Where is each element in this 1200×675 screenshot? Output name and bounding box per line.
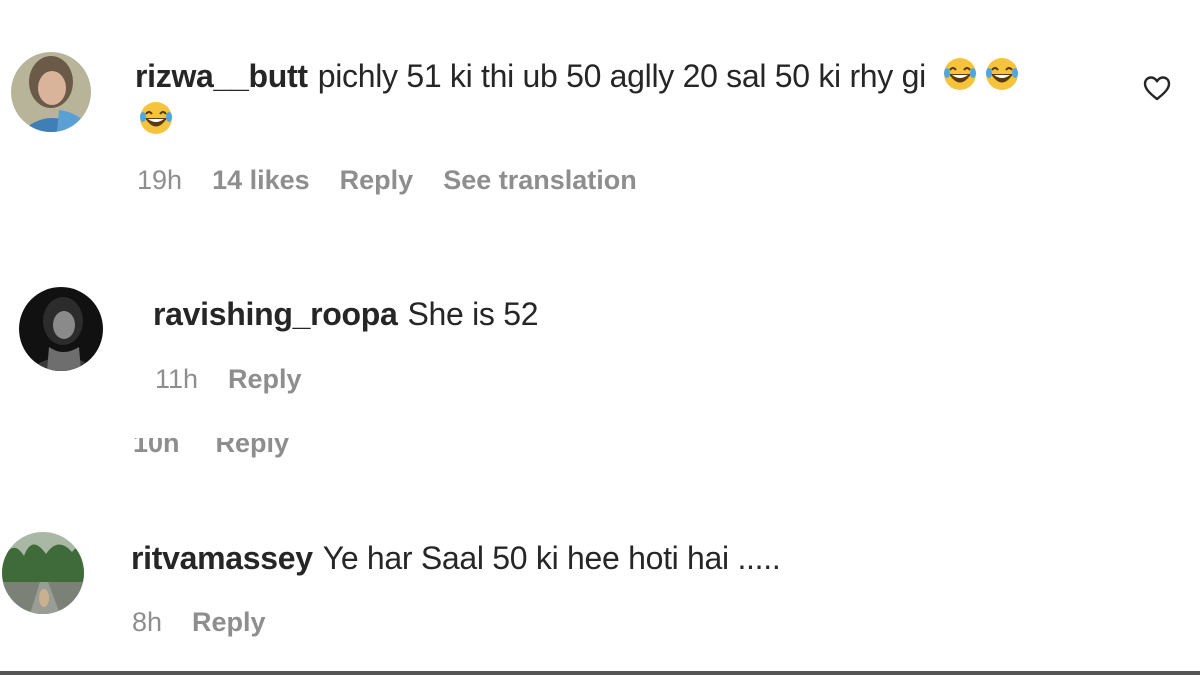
comment-timestamp: 10h xyxy=(133,438,180,458)
avatar[interactable] xyxy=(2,532,84,614)
comment-username[interactable]: ritvamassey xyxy=(131,540,313,576)
comment-timestamp: 19h xyxy=(137,165,183,195)
avatar[interactable] xyxy=(19,287,103,371)
comments-panel: rizwa__butt pichly 51 ki thi ub 50 aglly … xyxy=(0,0,1200,675)
heart-outline-icon[interactable] xyxy=(1142,74,1172,102)
reply-button[interactable]: Reply xyxy=(228,364,302,394)
comment-timestamp: 8h xyxy=(132,607,163,637)
reply-button[interactable]: Reply xyxy=(216,438,290,458)
comment-text: pichly 51 ki thi ub 50 aglly 20 sal 50 k… xyxy=(317,58,926,94)
reply-button[interactable]: Reply xyxy=(192,607,266,637)
laughing-tears-emoji-icon xyxy=(985,58,1018,90)
comment-text: She is 52 xyxy=(407,296,539,332)
laughing-tears-emoji-icon xyxy=(943,58,976,90)
comment-likes[interactable]: 14 likes xyxy=(212,165,310,195)
avatar[interactable] xyxy=(11,52,91,132)
laughing-tears-emoji-icon xyxy=(140,102,172,134)
bottom-divider xyxy=(0,671,1200,675)
see-translation-button[interactable]: See translation xyxy=(443,165,637,195)
reply-button[interactable]: Reply xyxy=(340,165,414,195)
comment-username[interactable]: ravishing_roopa xyxy=(153,296,398,332)
partial-comment-meta: 10h Reply xyxy=(133,438,325,460)
comment-text: Ye har Saal 50 ki hee hoti hai ..... xyxy=(322,540,781,576)
comment-username[interactable]: rizwa__butt xyxy=(135,58,308,94)
comment-timestamp: 11h xyxy=(155,364,199,394)
